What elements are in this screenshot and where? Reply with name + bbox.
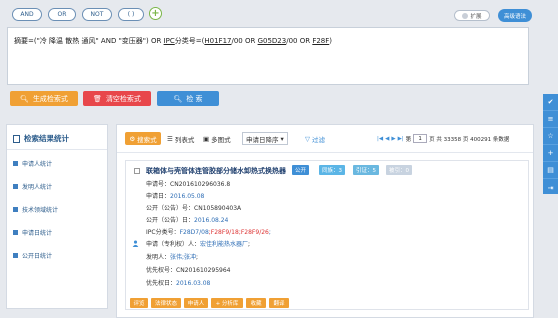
page-number-input[interactable]: 1 [413,134,428,143]
image-icon: ▣ [203,134,210,143]
applicant-field: 申请（专利权）人：宏佳利能热水器厂; [146,241,251,248]
query-textarea[interactable]: 摘要=("冷 降温 散热 通风" AND "变压器") OR IPC分类号=(H… [7,27,529,85]
stats-item-pub-date[interactable]: 公开日统计 [13,251,52,260]
star-icon[interactable]: ☆ [543,128,558,145]
filter-button[interactable]: ▽ 过滤 [305,132,325,145]
clear-query-label: 清空检索式 [105,94,141,103]
trash-icon: 🗑︎ [93,94,102,103]
stats-item-tech-field[interactable]: 技术领域统计 [13,205,58,214]
stats-item-app-date[interactable]: 申请日统计 [13,228,52,237]
clear-query-button[interactable]: 🗑︎ 清空检索式 [83,91,151,106]
document-icon[interactable]: ▤ [543,162,558,179]
parentheses-operator-button[interactable]: ( ) [118,8,144,21]
last-page-icon[interactable]: ▶| [398,136,404,142]
legal-status-button[interactable]: 法律状态 [151,298,181,308]
pager-summary: 页 共 33358 页 400291 条数据 [429,136,510,143]
query-text: 摘要=("冷 降温 散热 通风" AND "变压器") OR IPC分类号=(H… [14,37,333,45]
search-button[interactable]: 🔍︎ 检 索 [157,91,219,106]
and-operator-button[interactable]: AND [12,8,42,21]
favorite-button[interactable]: 收藏 [246,298,266,308]
preview-button[interactable]: 评览 [130,298,148,308]
toggle-knob-icon [462,12,469,19]
result-checkbox[interactable] [134,168,140,174]
stats-item-applicant[interactable]: 申请人统计 [13,159,52,168]
pagination: |◀ ◀ ▶ ▶| 第 1 页 共 33358 页 400291 条数据 [377,134,510,143]
square-icon [13,253,18,258]
priority-date-field: 优先权日：2016.03.08 [146,280,211,287]
list-icon[interactable]: ≡ [543,111,558,128]
stats-panel-title: 检索结果统计 [13,133,69,144]
result-title[interactable]: 联箱体与壳管体连管胶部分储水卸热式换热器 [146,166,286,176]
generate-query-button[interactable]: 🔍︎ 生成检索式 [10,91,78,106]
tab-multi-image[interactable]: ▣ 多图式 [203,132,231,145]
stats-panel: 检索结果统计 申请人统计 发明人统计 技术领域统计 申请日统计 公开日统计 [6,124,108,309]
square-icon [13,207,18,212]
square-icon [13,161,18,166]
expand-label: 扩展 [470,13,482,20]
pub-no-field: 公开（公告）号：CN105890403A [146,205,242,212]
list-icon: ☰ [167,134,173,143]
cited-badge[interactable]: 被引：0 [386,165,412,175]
expand-toggle[interactable]: 扩展 [454,10,490,21]
plus-icon[interactable]: + [543,145,558,162]
tab-list-style[interactable]: ☰ 列表式 [167,132,194,145]
divider [7,149,107,150]
citation-badge[interactable]: 引证：5 [353,165,379,175]
family-badge[interactable]: 同族：3 [319,165,345,175]
sort-select[interactable]: 申请日降序 ▾ [242,132,288,145]
not-operator-button[interactable]: NOT [82,8,112,21]
app-date-field: 申请日：2016.05.08 [146,193,205,200]
search-icon: 🔍︎ [173,94,183,103]
stats-item-inventor[interactable]: 发明人统计 [13,182,52,191]
chevron-down-icon: ▾ [280,134,284,143]
search-label: 检 索 [186,94,203,103]
translate-button[interactable]: 翻译 [269,298,289,308]
export-icon[interactable]: ⇥ [543,179,558,196]
square-icon [13,184,18,189]
pub-date-field: 公开（公告）日：2016.08.24 [146,217,229,224]
check-icon[interactable]: ✔ [543,94,558,111]
document-icon [13,134,20,143]
next-page-icon[interactable]: ▶ [391,136,395,142]
add-condition-icon[interactable]: + [149,7,162,20]
filter-icon: ▽ [305,134,310,143]
divider [117,152,533,153]
inventor-field: 发明人：张伟;张冲; [146,254,199,261]
applicant-button[interactable]: 申请人 [184,298,208,308]
add-to-analysis-button[interactable]: + 分析库 [211,298,243,308]
priority-no-field: 优先权号：CN201610295964 [146,267,231,274]
right-sidebar: ✔ ≡ ☆ + ▤ ⇥ [543,94,558,194]
generate-query-label: 生成检索式 [32,94,68,103]
ipc-field: IPC分类号：F28D7/08;F28F9/18;F28F9/26; [146,229,271,236]
first-page-icon[interactable]: |◀ [377,136,383,142]
results-panel: ⚙ 搜索式 ☰ 列表式 ▣ 多图式 申请日降序 ▾ ▽ 过滤 |◀ ◀ ▶ ▶| 第 1 … [116,124,534,318]
tab-search-style[interactable]: ⚙ 搜索式 [125,132,161,145]
app-no-field: 申请号：CN201610296036.8 [146,181,231,188]
advanced-syntax-button[interactable]: 高级语法 [498,9,532,22]
person-icon [132,240,139,247]
prev-page-icon[interactable]: ◀ [385,136,389,142]
or-operator-button[interactable]: OR [48,8,76,21]
result-card: 联箱体与壳管体连管胶部分储水卸热式换热器 公开 同族：3 引证：5 被引：0 申… [125,160,529,310]
square-icon [13,230,18,235]
search-icon: 🔍︎ [20,94,29,103]
publish-badge: 公开 [292,165,310,175]
search-style-icon: ⚙ [129,134,136,143]
